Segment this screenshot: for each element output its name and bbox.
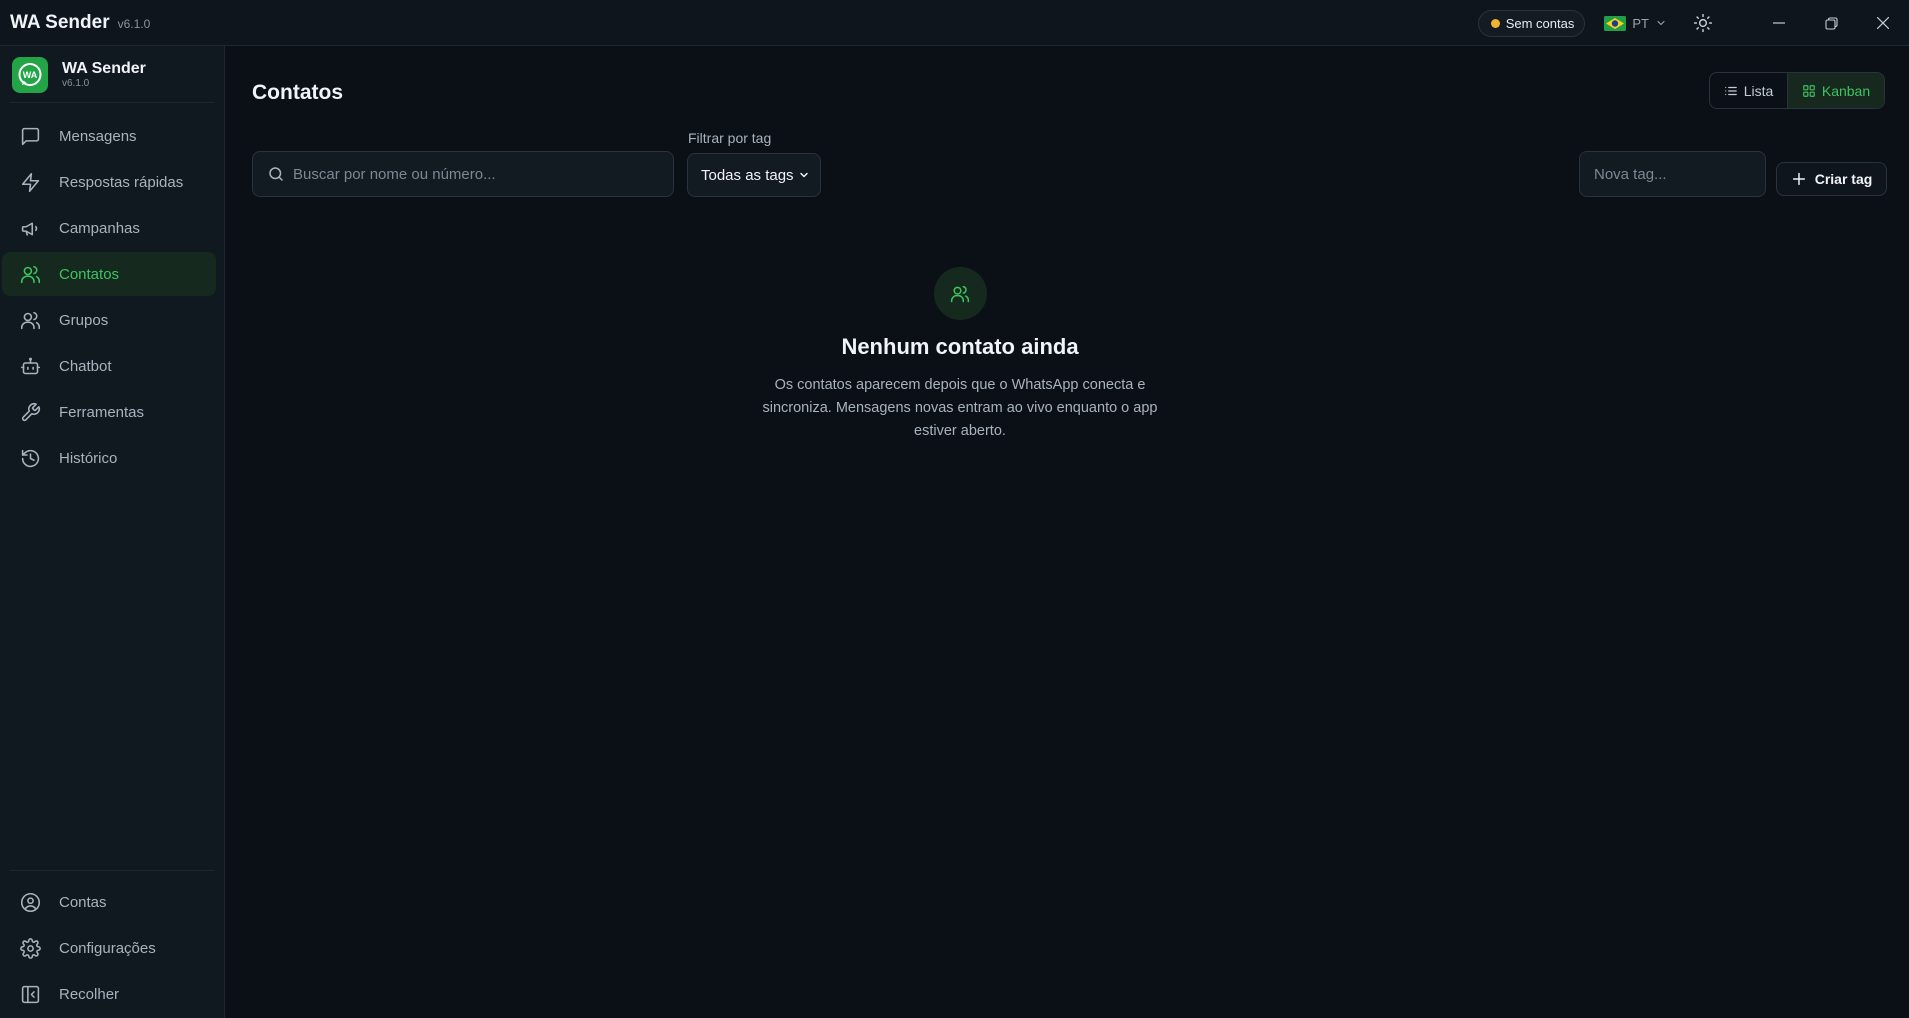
app-version: v6.1.0 (117, 17, 151, 31)
sidebar-bottom-divider (10, 870, 214, 871)
history-icon (19, 447, 41, 469)
sidebar-item-label: Recolher (59, 985, 120, 1003)
sidebar-item-label: Mensagens (59, 127, 137, 145)
main-content: Contatos Lista Kanban Filtrar por tag To… (226, 46, 1909, 1018)
sidebar-item-label: Contas (59, 893, 107, 911)
new-tag-field (1579, 151, 1766, 197)
sidebar-item-recolher[interactable]: Recolher (2, 972, 216, 1016)
account-status-badge[interactable]: Sem contas (1477, 9, 1586, 37)
user-circle-icon (19, 891, 41, 913)
users-icon (19, 263, 41, 285)
view-kanban-label: Kanban (1821, 82, 1871, 99)
brand-name: WA Sender (62, 60, 146, 77)
brazil-flag-icon (1604, 15, 1627, 31)
sidebar-item-chatbot[interactable]: Chatbot (2, 344, 216, 388)
sidebar-item-respostas-rapidas[interactable]: Respostas rápidas (2, 160, 216, 204)
message-square-icon (19, 125, 41, 147)
sidebar-item-label: Grupos (59, 311, 109, 329)
sidebar-bottom-nav: Contas Configurações Recolher (2, 880, 216, 1018)
sidebar: WA WA Sender v6.1.0 Mensagens Respostas … (0, 46, 225, 1018)
whatsapp-logo-icon: WA (12, 57, 48, 93)
tag-filter-select[interactable]: Todas as tags (687, 153, 821, 197)
megaphone-icon (19, 217, 41, 239)
sidebar-item-label: Configurações (59, 939, 156, 957)
filter-label: Filtrar por tag (688, 130, 772, 146)
svg-text:WA: WA (23, 70, 38, 80)
sidebar-divider (10, 102, 214, 103)
app-title: WA Sender (10, 11, 110, 33)
empty-state: Nenhum contato ainda Os contatos aparece… (676, 267, 1244, 443)
view-list-button[interactable]: Lista (1710, 73, 1787, 108)
sidebar-item-contatos[interactable]: Contatos (2, 252, 216, 296)
restore-icon[interactable] (1805, 0, 1857, 46)
zap-icon (19, 171, 41, 193)
plus-icon (1791, 171, 1807, 187)
sun-icon[interactable] (1691, 11, 1715, 35)
sidebar-item-campanhas[interactable]: Campanhas (2, 206, 216, 250)
empty-state-title: Nenhum contato ainda (841, 334, 1079, 359)
tag-filter-value: Todas as tags (701, 166, 794, 184)
search-icon (267, 165, 285, 183)
sidebar-item-ferramentas[interactable]: Ferramentas (2, 390, 216, 434)
sidebar-item-label: Contatos (59, 265, 120, 283)
status-dot-icon (1490, 18, 1500, 28)
sidebar-item-label: Chatbot (59, 357, 112, 375)
create-tag-label: Criar tag (1814, 171, 1873, 187)
title-bar: WA Sender v6.1.0 Sem contas PT (0, 0, 1909, 46)
sidebar-item-historico[interactable]: Histórico (2, 436, 216, 480)
grid-icon (1802, 84, 1816, 98)
users-icon (933, 267, 987, 320)
close-icon[interactable] (1857, 0, 1909, 46)
settings-gear-icon (19, 937, 41, 959)
brand-version: v6.1.0 (62, 78, 90, 89)
sidebar-item-mensagens[interactable]: Mensagens (2, 114, 216, 158)
language-code: PT (1632, 15, 1649, 31)
bot-icon (19, 355, 41, 377)
title-bar-controls: Sem contas PT (1477, 0, 1909, 46)
search-input[interactable] (293, 165, 673, 183)
new-tag-input[interactable] (1594, 165, 1765, 183)
account-status-text: Sem contas (1505, 15, 1575, 31)
chevron-down-icon (798, 169, 810, 181)
search-field (252, 151, 674, 197)
wrench-icon (19, 401, 41, 423)
view-list-label: Lista (1743, 82, 1774, 99)
chevron-down-icon (1655, 17, 1667, 29)
create-tag-button[interactable]: Criar tag (1776, 162, 1887, 196)
sidebar-brand: WA WA Sender v6.1.0 (12, 57, 146, 93)
sidebar-item-configuracoes[interactable]: Configurações (2, 926, 216, 970)
sidebar-item-label: Campanhas (59, 219, 140, 237)
list-icon (1724, 84, 1738, 98)
sidebar-item-label: Histórico (59, 449, 118, 467)
minimize-icon[interactable] (1753, 0, 1805, 46)
sidebar-item-label: Ferramentas (59, 403, 145, 421)
collapse-panel-icon (19, 983, 41, 1005)
sidebar-nav: Mensagens Respostas rápidas Campanhas Co… (2, 114, 216, 482)
view-kanban-button[interactable]: Kanban (1787, 73, 1884, 108)
page-title: Contatos (252, 81, 343, 104)
empty-state-description: Os contatos aparecem depois que o WhatsA… (762, 377, 1158, 439)
view-toggle: Lista Kanban (1709, 72, 1885, 109)
sidebar-item-grupos[interactable]: Grupos (2, 298, 216, 342)
sidebar-item-contas[interactable]: Contas (2, 880, 216, 924)
sidebar-item-label: Respostas rápidas (59, 173, 184, 191)
users-group-icon (19, 309, 41, 331)
language-selector[interactable]: PT (1604, 15, 1667, 31)
